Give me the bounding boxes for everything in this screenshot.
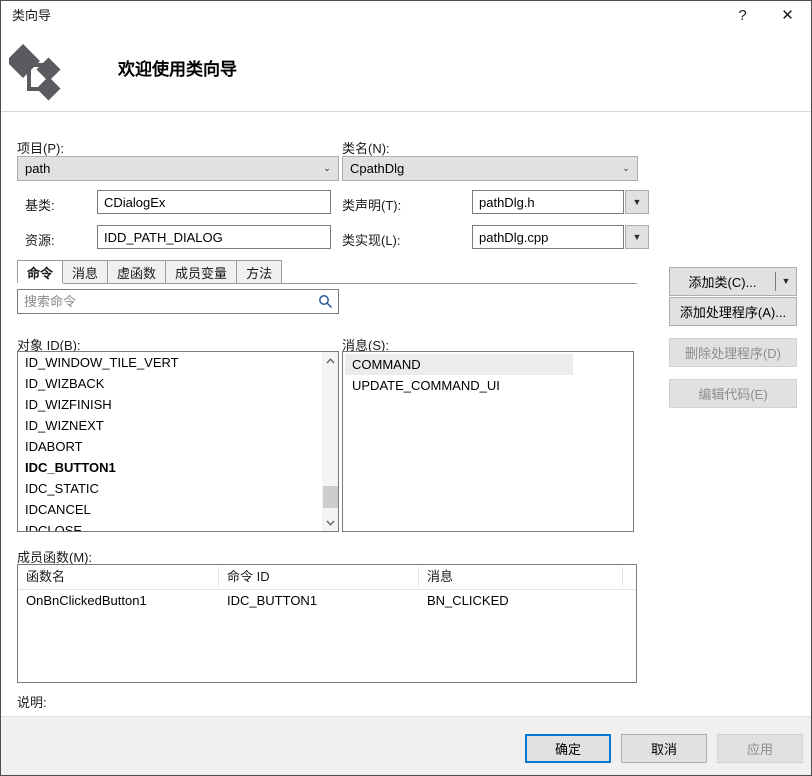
project-label: 项目(P): <box>17 141 64 156</box>
add-handler-button-label: 添加处理程序(A)... <box>679 305 787 320</box>
resource-field[interactable]: IDD_PATH_DIALOG <box>97 225 331 249</box>
delete-handler-button[interactable]: 删除处理程序(D) <box>669 338 797 367</box>
edit-code-button-label: 编辑代码(E) <box>698 387 768 402</box>
list-item[interactable]: IDABORT <box>18 436 338 457</box>
scroll-up-arrow-icon[interactable] <box>322 352 338 369</box>
class-name-combo[interactable]: CpathDlg ⌄ <box>342 156 638 181</box>
close-button[interactable]: ✕ <box>765 1 810 30</box>
class-implementation-label: 类实现(L): <box>342 233 401 248</box>
ok-button-label: 确定 <box>554 742 581 757</box>
list-item[interactable]: ID_WIZBACK <box>18 373 338 394</box>
class-wizard-dialog: 类向导 ? ✕ 欢迎使用类向导 项目(P): path ⌄ 类名(N): Cpa… <box>0 0 812 776</box>
class-declaration-field[interactable]: pathDlg.h <box>472 190 624 214</box>
tab-label: 虚函数 <box>117 265 157 281</box>
list-item-selected[interactable]: IDC_BUTTON1 <box>18 457 338 478</box>
base-class-field[interactable]: CDialogEx <box>97 190 331 214</box>
edit-code-button[interactable]: 编辑代码(E) <box>669 379 797 408</box>
add-class-dropdown-arrow-icon[interactable]: ▼ <box>776 268 796 295</box>
chevron-down-icon: ⌄ <box>622 163 630 173</box>
search-input[interactable] <box>18 290 312 313</box>
tab-messages[interactable]: 消息 <box>62 260 109 283</box>
member-functions-table[interactable]: 函数名 命令 ID 消息 OnBnClickedButton1 IDC_BUTT… <box>17 564 637 683</box>
class-declaration-value: pathDlg.h <box>479 194 535 210</box>
dialog-footer: 确定 取消 应用 <box>1 716 811 775</box>
column-header-function-name[interactable]: 函数名 <box>18 565 218 589</box>
tab-methods[interactable]: 方法 <box>236 260 283 283</box>
list-item[interactable]: ID_WIZFINISH <box>18 394 338 415</box>
project-combo[interactable]: path ⌄ <box>17 156 339 181</box>
base-class-value: CDialogEx <box>104 194 166 210</box>
list-item[interactable]: ID_WIZNEXT <box>18 415 338 436</box>
class-declaration-dropdown-button[interactable]: ▼ <box>625 190 649 214</box>
add-handler-button[interactable]: 添加处理程序(A)... <box>669 297 797 326</box>
close-icon: ✕ <box>781 7 794 24</box>
ok-button[interactable]: 确定 <box>525 734 611 763</box>
column-divider[interactable] <box>622 567 623 587</box>
resource-label: 资源: <box>25 233 55 248</box>
messages-list: COMMAND UPDATE_COMMAND_UI <box>343 352 633 531</box>
scrollbar-thumb[interactable] <box>323 486 338 508</box>
apply-button-label: 应用 <box>746 742 773 757</box>
class-name-label: 类名(N): <box>342 141 390 156</box>
description-label: 说明: <box>17 695 47 710</box>
cell-message: BN_CLICKED <box>427 593 509 608</box>
class-implementation-dropdown-button[interactable]: ▼ <box>625 225 649 249</box>
help-button[interactable]: ? <box>720 1 765 30</box>
object-ids-list: ID_WINDOW_TILE_VERT ID_WIZBACK ID_WIZFIN… <box>18 352 338 531</box>
tab-virtual-functions[interactable]: 虚函数 <box>107 260 167 283</box>
tab-label: 方法 <box>246 265 273 281</box>
title-bar: 类向导 ? ✕ <box>1 1 811 31</box>
column-header-message[interactable]: 消息 <box>419 565 622 589</box>
list-item[interactable]: IDC_STATIC <box>18 478 338 499</box>
column-header-command-id[interactable]: 命令 ID <box>219 565 418 589</box>
class-declaration-label: 类声明(T): <box>342 198 402 213</box>
object-ids-scrollbar[interactable] <box>321 352 338 531</box>
class-name-combo-value: CpathDlg <box>350 161 405 176</box>
base-class-label: 基类: <box>25 198 55 213</box>
tab-label: 成员变量 <box>175 265 228 281</box>
scroll-down-arrow-icon[interactable] <box>322 514 338 531</box>
window-title: 类向导 <box>12 8 52 23</box>
tab-commands[interactable]: 命令 <box>17 260 64 283</box>
tab-label: 消息 <box>72 265 99 281</box>
resource-value: IDD_PATH_DIALOG <box>104 229 223 245</box>
list-item[interactable]: UPDATE_COMMAND_UI <box>345 375 633 396</box>
list-item[interactable]: IDCLOSE <box>18 520 338 531</box>
header-title: 欢迎使用类向导 <box>118 60 237 79</box>
object-ids-listbox[interactable]: ID_WINDOW_TILE_VERT ID_WIZBACK ID_WIZFIN… <box>17 351 339 532</box>
list-item[interactable]: ID_WINDOW_TILE_VERT <box>18 352 338 373</box>
header-banner: 欢迎使用类向导 <box>1 31 811 112</box>
cancel-button[interactable]: 取消 <box>621 734 707 763</box>
messages-listbox[interactable]: COMMAND UPDATE_COMMAND_UI <box>342 351 634 532</box>
class-wizard-icon <box>6 39 71 101</box>
chevron-down-icon: ▼ <box>632 196 642 207</box>
tab-strip: 命令 消息 虚函数 成员变量 方法 <box>17 260 637 284</box>
search-icon[interactable] <box>312 294 338 309</box>
add-class-button-label[interactable]: 添加类(C)... <box>670 272 776 291</box>
chevron-down-icon: ⌄ <box>323 163 331 173</box>
tab-member-variables[interactable]: 成员变量 <box>165 260 238 283</box>
class-implementation-value: pathDlg.cpp <box>479 229 549 245</box>
chevron-down-icon: ▼ <box>632 231 642 242</box>
class-implementation-field[interactable]: pathDlg.cpp <box>472 225 624 249</box>
cancel-button-label: 取消 <box>650 742 677 757</box>
search-box[interactable] <box>17 289 339 314</box>
cell-command-id: IDC_BUTTON1 <box>227 593 318 608</box>
question-mark-icon: ? <box>738 7 747 24</box>
cell-function-name: OnBnClickedButton1 <box>26 593 147 608</box>
apply-button[interactable]: 应用 <box>717 734 803 763</box>
list-item-selected[interactable]: COMMAND <box>345 354 573 375</box>
list-item[interactable]: IDCANCEL <box>18 499 338 520</box>
table-row[interactable]: OnBnClickedButton1 IDC_BUTTON1 BN_CLICKE… <box>18 590 636 612</box>
table-header-row: 函数名 命令 ID 消息 <box>18 565 636 590</box>
delete-handler-button-label: 删除处理程序(D) <box>684 346 782 361</box>
add-class-split-button[interactable]: 添加类(C)... ▼ <box>669 267 797 296</box>
project-combo-value: path <box>25 161 51 176</box>
tab-label: 命令 <box>27 265 54 281</box>
